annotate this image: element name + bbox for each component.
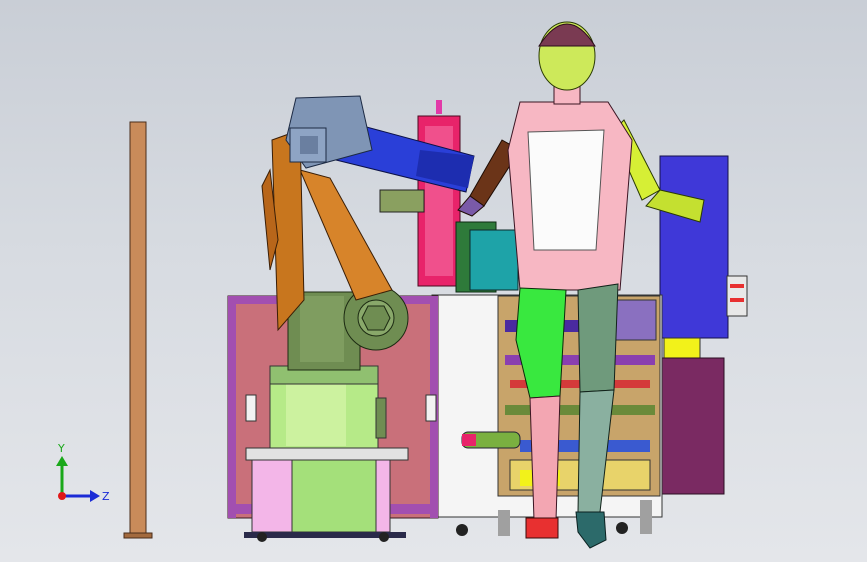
origin-marker: [58, 492, 66, 500]
control-panel-blue: [659, 155, 729, 361]
robot-pedestal: [244, 447, 409, 538]
z-axis-label: Z: [102, 490, 110, 503]
electrical-cabinet-purple: [661, 357, 725, 495]
cad-viewport[interactable]: Y Z: [0, 0, 867, 562]
right-side-brackets: [726, 275, 748, 317]
robot-base: [269, 365, 387, 449]
assembly-drawing: Y Z: [56, 21, 748, 549]
y-axis-label: Y: [57, 442, 65, 455]
axis-triad: Y Z: [56, 442, 110, 503]
standing-pole: [123, 121, 153, 539]
